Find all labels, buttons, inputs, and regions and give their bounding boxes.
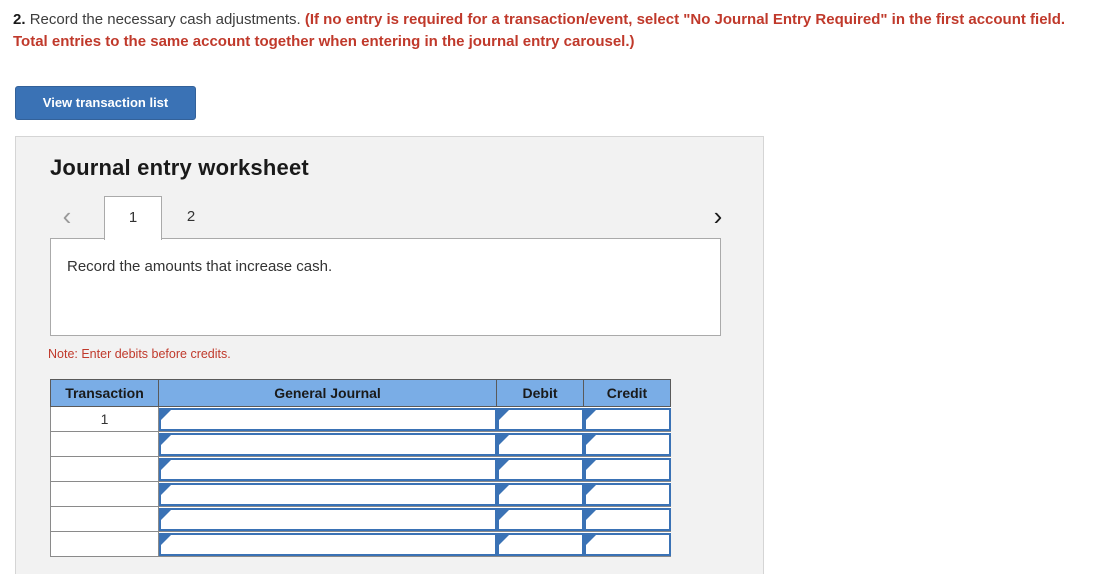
table-row	[50, 481, 671, 507]
credit-input[interactable]	[583, 482, 671, 506]
credit-input[interactable]	[583, 432, 671, 456]
worksheet-title: Journal entry worksheet	[50, 155, 309, 180]
credit-input[interactable]	[583, 532, 671, 556]
table-row	[50, 531, 671, 557]
cell-debit[interactable]	[496, 431, 584, 457]
question-text: Record the necessary cash adjustments.	[29, 11, 301, 28]
worksheet-description-box: Record the amounts that increase cash.	[50, 238, 721, 336]
cell-transaction	[50, 506, 159, 532]
cell-debit[interactable]	[496, 406, 584, 432]
credit-input[interactable]	[583, 407, 671, 431]
general-journal-select[interactable]	[159, 482, 497, 506]
general-journal-select[interactable]	[159, 432, 497, 456]
debit-input[interactable]	[496, 457, 584, 481]
cell-credit[interactable]	[583, 481, 671, 507]
cell-credit[interactable]	[583, 506, 671, 532]
table-row	[50, 506, 671, 532]
cell-credit[interactable]	[583, 406, 671, 432]
chevron-right-icon[interactable]: ›	[701, 195, 735, 239]
general-journal-select[interactable]	[159, 532, 497, 556]
tab-2[interactable]: 2	[162, 196, 220, 240]
table-row	[50, 456, 671, 482]
debit-input[interactable]	[496, 532, 584, 556]
page-root: 2. Record the necessary cash adjustments…	[0, 0, 1117, 574]
cell-transaction	[50, 456, 159, 482]
debit-input[interactable]	[496, 507, 584, 531]
debits-before-credits-note: Note: Enter debits before credits.	[48, 347, 231, 361]
chevron-left-icon[interactable]: ‹	[50, 195, 84, 239]
cell-general-journal[interactable]	[158, 506, 497, 532]
worksheet-description-text: Record the amounts that increase cash.	[67, 258, 333, 275]
worksheet-tabstrip: ‹ 1 2 ›	[50, 195, 750, 240]
column-header-debit: Debit	[496, 379, 584, 407]
cell-general-journal[interactable]	[158, 531, 497, 557]
cell-credit[interactable]	[583, 531, 671, 557]
cell-credit[interactable]	[583, 431, 671, 457]
table-header-row: Transaction General Journal Debit Credit	[50, 379, 671, 407]
journal-entry-table: Transaction General Journal Debit Credit…	[50, 379, 671, 557]
cell-debit[interactable]	[496, 506, 584, 532]
cell-general-journal[interactable]	[158, 456, 497, 482]
tab-1[interactable]: 1	[104, 196, 162, 240]
cell-debit[interactable]	[496, 481, 584, 507]
cell-transaction	[50, 431, 159, 457]
debit-input[interactable]	[496, 432, 584, 456]
question-prompt: 2. Record the necessary cash adjustments…	[13, 9, 1083, 53]
cell-debit[interactable]	[496, 531, 584, 557]
cell-transaction: 1	[50, 406, 159, 432]
cell-debit[interactable]	[496, 456, 584, 482]
general-journal-select[interactable]	[159, 457, 497, 481]
column-header-general-journal: General Journal	[158, 379, 497, 407]
debit-input[interactable]	[496, 407, 584, 431]
table-row	[50, 431, 671, 457]
view-transaction-list-button[interactable]: View transaction list	[15, 86, 196, 120]
credit-input[interactable]	[583, 457, 671, 481]
column-header-credit: Credit	[583, 379, 671, 407]
credit-input[interactable]	[583, 507, 671, 531]
general-journal-select[interactable]	[159, 407, 497, 431]
debit-input[interactable]	[496, 482, 584, 506]
cell-transaction	[50, 531, 159, 557]
question-number: 2.	[13, 11, 26, 28]
cell-credit[interactable]	[583, 456, 671, 482]
column-header-transaction: Transaction	[50, 379, 159, 407]
cell-general-journal[interactable]	[158, 431, 497, 457]
cell-transaction	[50, 481, 159, 507]
cell-general-journal[interactable]	[158, 481, 497, 507]
table-row: 1	[50, 406, 671, 432]
general-journal-select[interactable]	[159, 507, 497, 531]
journal-entry-worksheet-panel: Journal entry worksheet ‹ 1 2 › Record t…	[15, 136, 764, 574]
cell-general-journal[interactable]	[158, 406, 497, 432]
